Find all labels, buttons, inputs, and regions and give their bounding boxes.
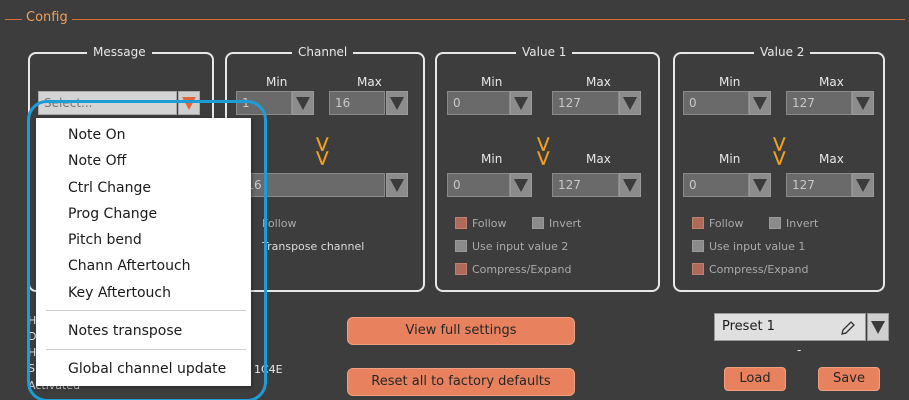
- chevron-down-icon: [623, 97, 637, 110]
- channel-max-dropdown-button[interactable]: [386, 91, 408, 115]
- value1-out-max-select[interactable]: 127: [552, 173, 619, 197]
- value2-compress-label: Compress/Expand: [709, 263, 809, 276]
- chevron-down-icon: [390, 179, 404, 192]
- chevron-down-icon: [623, 179, 637, 192]
- chevron-down-icon: [856, 97, 870, 110]
- chevron-down-icon: [390, 97, 404, 110]
- channel-min-label: Min: [266, 75, 288, 89]
- mapping-arrow-icon: ⋁ ⋁: [537, 134, 550, 166]
- value1-follow-label: Follow: [472, 217, 507, 230]
- value2-invert-checkbox[interactable]: [769, 217, 781, 229]
- mapping-arrow-icon: ⋁ ⋁: [316, 134, 329, 166]
- value1-panel: [435, 52, 660, 292]
- preset-status-dash: -: [797, 343, 802, 357]
- value2-out-max-dropdown-button[interactable]: [852, 173, 874, 197]
- pencil-icon[interactable]: [839, 319, 857, 337]
- view-full-settings-button[interactable]: View full settings: [347, 317, 575, 345]
- chevron-down-icon: [856, 179, 870, 192]
- save-button[interactable]: Save: [818, 367, 880, 391]
- value2-compress-checkbox[interactable]: [692, 263, 704, 275]
- value1-invert-label: Invert: [549, 217, 582, 230]
- value1-max-label: Max: [586, 75, 611, 89]
- value2-invert-label: Invert: [786, 217, 819, 230]
- value1-out-max-label: Max: [586, 152, 611, 166]
- chevron-down-icon: [753, 179, 767, 192]
- value2-max-select[interactable]: 127: [786, 91, 852, 115]
- chevron-down-icon: [871, 321, 885, 334]
- channel-output-dropdown-button[interactable]: [386, 173, 408, 197]
- value2-use-input-label: Use input value 1: [709, 240, 806, 253]
- value1-compress-label: Compress/Expand: [472, 263, 572, 276]
- value1-out-min-label: Min: [481, 152, 503, 166]
- value2-panel: [673, 52, 885, 292]
- value1-out-min-select[interactable]: 0: [447, 173, 510, 197]
- value1-min-dropdown-button[interactable]: [510, 91, 532, 115]
- value2-out-min-dropdown-button[interactable]: [749, 173, 771, 197]
- channel-follow-label: Follow: [262, 217, 297, 230]
- value2-max-dropdown-button[interactable]: [852, 91, 874, 115]
- channel-transpose-label: Transpose channel: [262, 240, 365, 253]
- chevron-down-icon: [296, 97, 310, 110]
- reset-defaults-button[interactable]: Reset all to factory defaults: [347, 368, 575, 396]
- value1-out-min-dropdown-button[interactable]: [510, 173, 532, 197]
- value2-follow-checkbox[interactable]: [692, 217, 704, 229]
- value1-min-select[interactable]: 0: [447, 91, 510, 115]
- value2-out-max-select[interactable]: 127: [786, 173, 852, 197]
- chevron-down-icon: [514, 97, 528, 110]
- value1-min-label: Min: [481, 75, 503, 89]
- value2-min-label: Min: [719, 75, 741, 89]
- value1-follow-checkbox[interactable]: [455, 217, 467, 229]
- preset-select[interactable]: Preset 1: [714, 313, 866, 341]
- chevron-down-icon: [514, 179, 528, 192]
- value1-max-dropdown-button[interactable]: [619, 91, 641, 115]
- value2-out-min-select[interactable]: 0: [683, 173, 749, 197]
- config-group-title: Config: [22, 10, 72, 26]
- channel-max-select[interactable]: 16: [329, 91, 385, 115]
- value1-use-input-label: Use input value 2: [472, 240, 569, 253]
- value2-out-min-label: Min: [719, 152, 741, 166]
- value2-min-select[interactable]: 0: [683, 91, 749, 115]
- load-button[interactable]: Load: [724, 367, 786, 391]
- channel-min-dropdown-button[interactable]: [292, 91, 314, 115]
- value1-compress-checkbox[interactable]: [455, 263, 467, 275]
- channel-panel-title: Channel: [292, 45, 354, 59]
- value2-use-input-checkbox[interactable]: [692, 240, 704, 252]
- value2-follow-label: Follow: [709, 217, 744, 230]
- value1-out-max-dropdown-button[interactable]: [619, 173, 641, 197]
- mapping-arrow-icon: ⋁ ⋁: [773, 134, 786, 166]
- preset-dropdown-button[interactable]: [867, 313, 889, 341]
- preset-value: Preset 1: [722, 319, 775, 334]
- value1-panel-title: Value 1: [516, 45, 573, 59]
- value2-max-label: Max: [819, 75, 844, 89]
- highlight-outline: [27, 100, 267, 400]
- value1-max-select[interactable]: 127: [552, 91, 619, 115]
- chevron-down-icon: [753, 97, 767, 110]
- channel-max-label: Max: [357, 75, 382, 89]
- value1-use-input-checkbox[interactable]: [455, 240, 467, 252]
- value2-out-max-label: Max: [819, 152, 844, 166]
- value1-invert-checkbox[interactable]: [532, 217, 544, 229]
- value2-panel-title: Value 2: [754, 45, 811, 59]
- message-panel-title: Message: [87, 45, 152, 59]
- value2-min-dropdown-button[interactable]: [749, 91, 771, 115]
